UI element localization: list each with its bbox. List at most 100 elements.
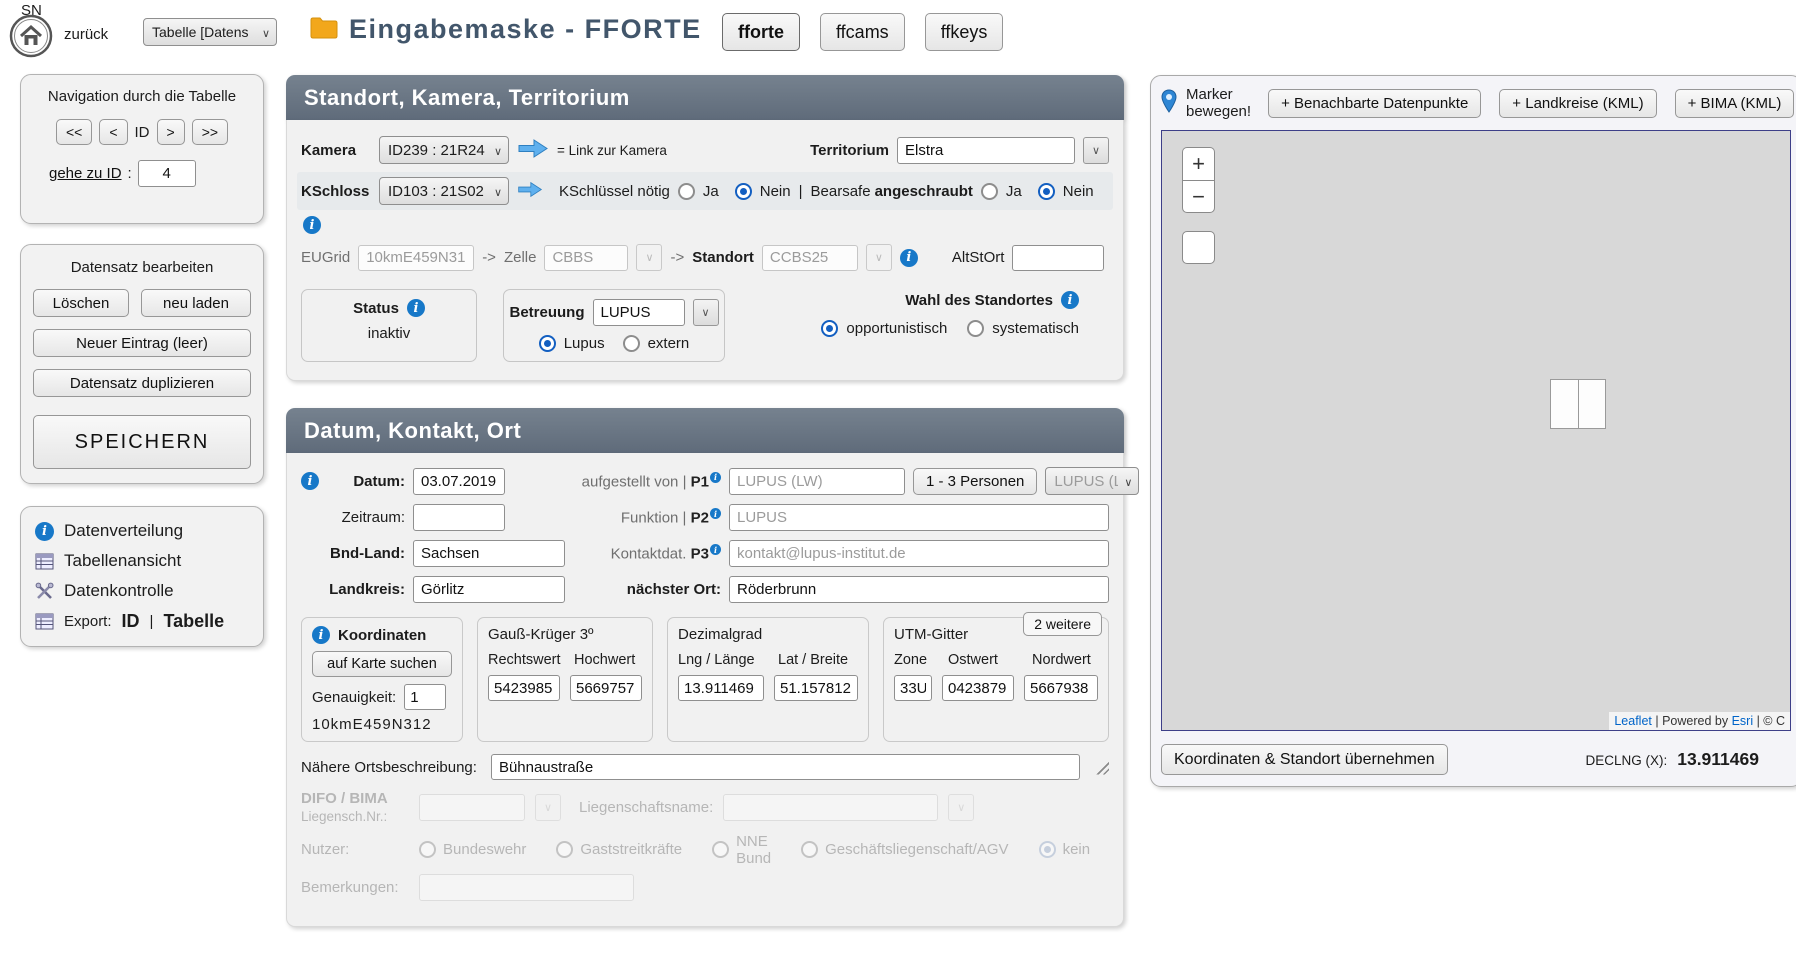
export-table-link[interactable]: Tabelle [163, 611, 224, 632]
benachbarte-datenpunkte-button[interactable]: + Benachbarte Datenpunkte [1268, 89, 1481, 118]
info-icon[interactable] [900, 249, 918, 267]
betreuung-input[interactable] [593, 299, 685, 326]
betreuung-lupus-label[interactable]: Lupus [564, 335, 605, 352]
zeitraum-input[interactable] [413, 504, 505, 531]
reload-button[interactable]: neu laden [141, 289, 251, 317]
nordwert-input[interactable] [1024, 675, 1098, 701]
bima-kml-button[interactable]: + BIMA (KML) [1675, 89, 1795, 118]
kschluessel-ja-radio[interactable] [678, 183, 695, 200]
territorium-dropdown-button[interactable] [1083, 137, 1109, 164]
resize-grip-icon[interactable] [1094, 760, 1109, 775]
zone-input[interactable] [894, 675, 932, 701]
kschluessel-nein-label[interactable]: Nein [760, 183, 791, 200]
p3-input[interactable] [729, 540, 1109, 567]
leaflet-link[interactable]: Leaflet [1614, 714, 1652, 728]
hochwert-input[interactable] [570, 675, 642, 701]
koordinaten-box: Koordinaten auf Karte suchen Genauigkeit… [301, 617, 463, 742]
info-icon[interactable] [407, 299, 425, 317]
last-record-button[interactable]: >> [192, 119, 228, 145]
kamera-select[interactable]: ID239 : 21R24 [379, 136, 509, 164]
data-distribution-link[interactable]: Datenverteilung [35, 521, 249, 541]
delete-button[interactable]: Löschen [33, 289, 129, 317]
link-arrow-icon[interactable] [517, 181, 543, 202]
app-button-ffcams[interactable]: ffcams [820, 13, 905, 51]
info-icon[interactable] [312, 626, 330, 644]
prev-record-button[interactable]: < [99, 119, 127, 145]
p1-select[interactable]: LUPUS (LW [1045, 467, 1139, 495]
opportunistisch-label[interactable]: opportunistisch [846, 320, 947, 337]
rechtswert-input[interactable] [488, 675, 560, 701]
bearsafe-ja-radio[interactable] [981, 183, 998, 200]
eugrid-label: EUGrid [301, 249, 350, 266]
map-zoom-in-button[interactable]: + [1182, 147, 1215, 180]
weitere-button[interactable]: 2 weitere [1023, 612, 1102, 636]
karte-suchen-button[interactable]: auf Karte suchen [312, 651, 452, 677]
landkreise-kml-button[interactable]: + Landkreise (KML) [1499, 89, 1656, 118]
datum-input[interactable] [413, 468, 505, 495]
liegenschaftsnr-dropdown-button [535, 794, 561, 821]
esri-link[interactable]: Esri [1732, 714, 1754, 728]
kschluessel-ja-label[interactable]: Ja [703, 183, 719, 200]
table-select[interactable]: Tabelle [Datens [143, 18, 277, 46]
new-entry-button[interactable]: Neuer Eintrag (leer) [33, 329, 251, 357]
betreuung-extern-radio[interactable] [623, 335, 640, 352]
app-button-fforte[interactable]: fforte [722, 13, 800, 51]
home-icon[interactable] [9, 14, 53, 58]
info-icon[interactable] [303, 216, 321, 234]
lat-input[interactable] [774, 675, 858, 701]
kschluessel-nein-radio[interactable] [735, 183, 752, 200]
betreuung-lupus-radio[interactable] [539, 335, 556, 352]
info-icon[interactable] [710, 544, 721, 555]
p2-input[interactable] [729, 504, 1109, 531]
dezimalgrad-box: Dezimalgrad Lng / Länge Lat / Breite [667, 617, 869, 742]
betreuung-extern-label[interactable]: extern [648, 335, 690, 352]
naechster-ort-label: nächster Ort: [569, 581, 721, 598]
genauigkeit-input[interactable] [404, 684, 446, 710]
systematisch-radio[interactable] [967, 320, 984, 337]
nutzer-nne-bund-radio [712, 841, 729, 858]
landkreis-input[interactable] [413, 576, 565, 603]
info-icon[interactable] [710, 472, 721, 483]
next-record-button[interactable]: > [157, 119, 185, 145]
save-button[interactable]: SPEICHERN [33, 415, 251, 469]
duplicate-record-button[interactable]: Datensatz duplizieren [33, 369, 251, 397]
apply-coordinates-button[interactable]: Koordinaten & Standort übernehmen [1161, 744, 1448, 775]
kschloss-select[interactable]: ID103 : 21S02 [379, 177, 509, 205]
territorium-label: Territorium [810, 142, 889, 159]
map-layers-button[interactable] [1182, 231, 1215, 264]
first-record-button[interactable]: << [56, 119, 92, 145]
naechster-ort-input[interactable] [729, 576, 1109, 603]
export-id-link[interactable]: ID [122, 611, 140, 632]
data-control-link[interactable]: Datenkontrolle [35, 581, 249, 601]
goto-id-input[interactable] [138, 160, 196, 187]
map-marker-icon [1161, 89, 1177, 117]
ortsbeschreibung-input[interactable] [491, 754, 1080, 780]
info-icon[interactable] [1061, 291, 1079, 309]
opportunistisch-radio[interactable] [821, 320, 838, 337]
nutzer-bundeswehr-radio [419, 841, 436, 858]
info-icon[interactable] [301, 472, 319, 490]
table-view-link[interactable]: Tabellenansicht [35, 551, 249, 571]
bearsafe-nein-radio[interactable] [1038, 183, 1055, 200]
altstort-input[interactable] [1012, 245, 1104, 271]
goto-id-colon: : [128, 165, 132, 182]
back-link[interactable]: zurück [64, 26, 108, 43]
p1-input[interactable] [729, 468, 905, 495]
personen-button[interactable]: 1 - 3 Personen [913, 468, 1037, 495]
app-button-ffkeys[interactable]: ffkeys [925, 13, 1004, 51]
systematisch-label[interactable]: systematisch [992, 320, 1079, 337]
map-canvas[interactable]: + − Leaflet | Powered by Esri | © C [1161, 130, 1791, 731]
lng-input[interactable] [678, 675, 764, 701]
liegenschaftsnr-label: Liegensch.Nr.: [301, 809, 409, 826]
betreuung-dropdown-button[interactable] [693, 299, 719, 326]
info-icon[interactable] [710, 508, 721, 519]
nutzer-gaststreitkraefte-radio [556, 841, 573, 858]
territorium-input[interactable] [897, 137, 1075, 164]
bndland-input[interactable] [413, 540, 565, 567]
goto-id-link[interactable]: gehe zu ID [49, 165, 122, 182]
bearsafe-ja-label[interactable]: Ja [1006, 183, 1022, 200]
map-zoom-out-button[interactable]: − [1182, 180, 1215, 213]
bearsafe-nein-label[interactable]: Nein [1063, 183, 1094, 200]
link-arrow-icon[interactable] [517, 138, 549, 163]
ostwert-input[interactable] [942, 675, 1014, 701]
